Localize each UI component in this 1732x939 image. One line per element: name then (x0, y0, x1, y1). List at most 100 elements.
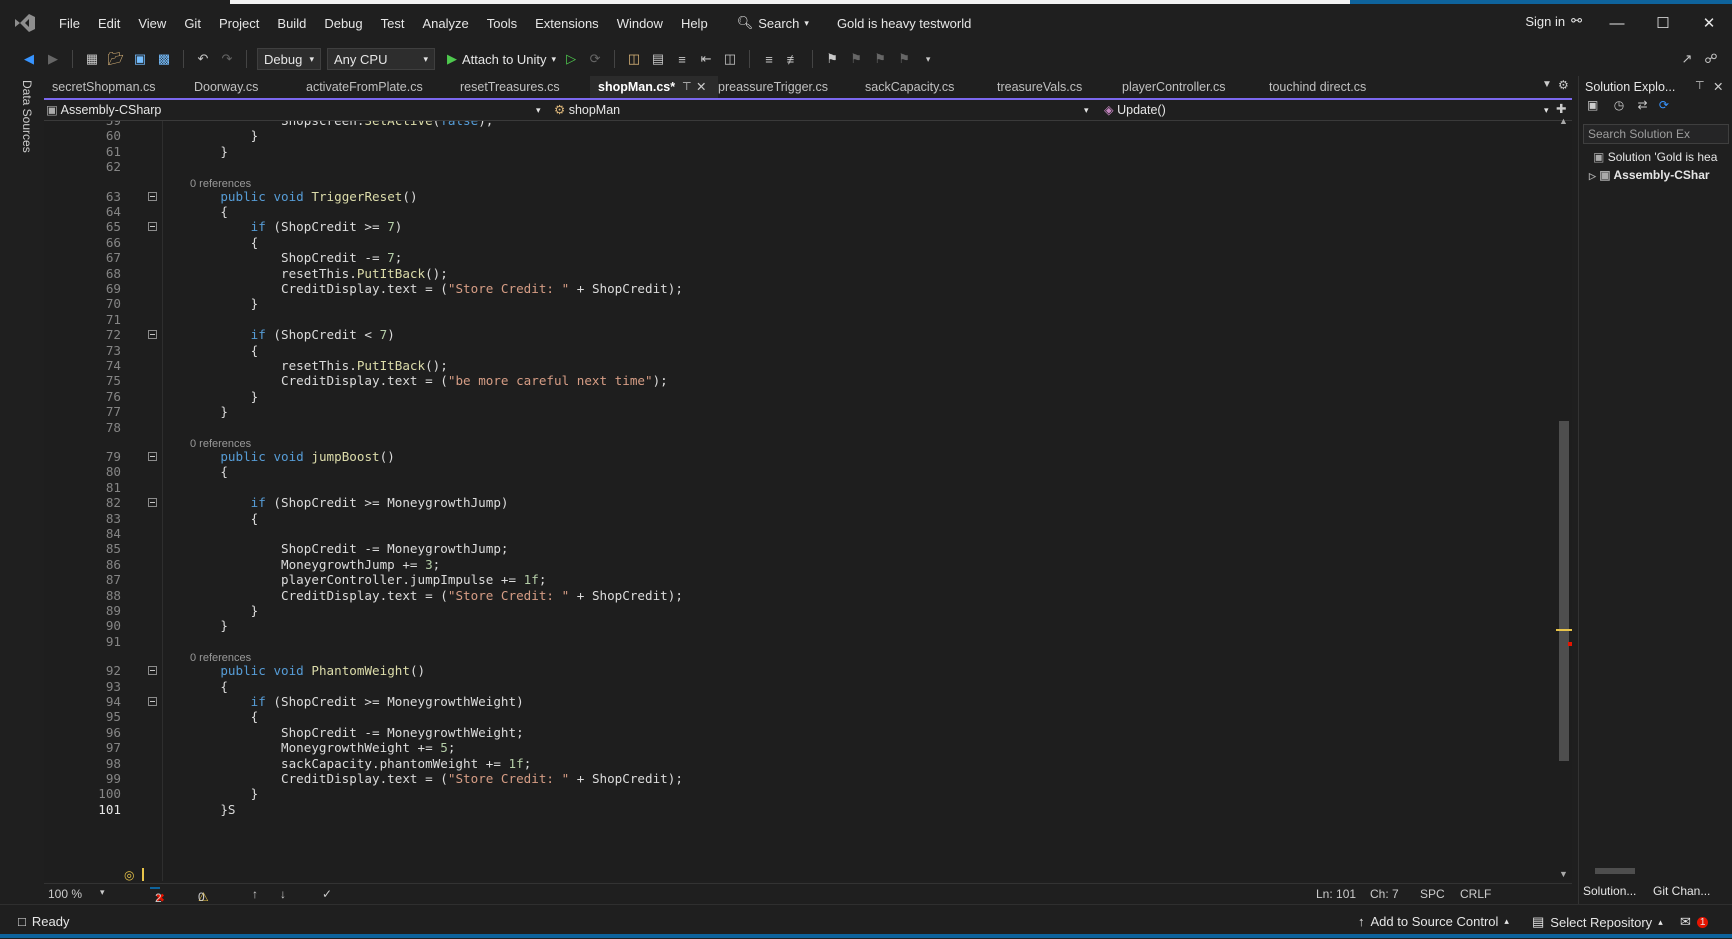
previous-bookmark-icon[interactable]: ⚑ (847, 50, 865, 68)
start-without-debugging-icon[interactable]: ▷ (562, 50, 580, 68)
menu-project[interactable]: Project (210, 16, 268, 31)
gear-icon[interactable]: ⚙ (1558, 78, 1569, 92)
tab-resettreasures[interactable]: resetTreasures.cs (452, 76, 592, 98)
menu-build[interactable]: Build (268, 16, 315, 31)
code-line[interactable]: 101 }S (44, 802, 1544, 819)
maximize-button[interactable]: ☐ (1640, 4, 1686, 42)
horizontal-scrollbar[interactable] (1583, 866, 1729, 876)
collapse-icon[interactable] (148, 666, 157, 676)
hot-reload-icon[interactable]: ⟳ (586, 50, 604, 68)
git-changes-tab[interactable]: Git Chan... (1653, 884, 1710, 898)
sign-in-button[interactable]: Sign in ⚯ (1525, 13, 1582, 29)
scroll-down-icon[interactable]: ▼ (1559, 869, 1568, 879)
save-icon[interactable]: ▣ (131, 50, 149, 68)
tab-sackcapacity[interactable]: sackCapacity.cs (857, 76, 985, 98)
attach-to-unity-button[interactable]: ▶ Attach to Unity ▾ (447, 51, 556, 67)
menu-help[interactable]: Help (672, 16, 717, 31)
layout-icon[interactable]: ▤ (649, 50, 667, 68)
close-icon[interactable]: ✕ (1713, 79, 1723, 94)
collapse-icon[interactable] (148, 498, 157, 508)
solution-tree-item[interactable]: ▣ Solution 'Gold is hea (1593, 150, 1717, 164)
feedback-icon[interactable]: ☍ (1702, 50, 1720, 68)
redo-icon[interactable]: ↷ (218, 50, 236, 68)
tab-activatefromplate[interactable]: activateFromPlate.cs (298, 76, 446, 98)
menu-test[interactable]: Test (372, 16, 414, 31)
tab-playercontroller[interactable]: playerController.cs (1114, 76, 1262, 98)
lightbulb-icon[interactable]: ◎ (124, 868, 134, 881)
project-tree-item[interactable]: ▷ ▣ Assembly-CShar (1589, 168, 1710, 182)
forward-icon[interactable]: ▶ (44, 50, 62, 68)
toolbar-options-icon[interactable]: ▾ (919, 50, 937, 68)
sync-icon[interactable]: ⇄ (1638, 98, 1648, 112)
menu-git[interactable]: Git (175, 16, 210, 31)
menu-tools[interactable]: Tools (478, 16, 526, 31)
tab-treasurevals[interactable]: treasureVals.cs (989, 76, 1107, 98)
tab-touchind-direct[interactable]: touchind direct.cs (1261, 76, 1411, 98)
notifications-button[interactable]: ✉ 1 (1680, 914, 1709, 930)
history-icon[interactable]: ◷ (1614, 98, 1624, 112)
platform-dropdown[interactable]: Any CPU ▾ (327, 48, 435, 70)
pin-icon[interactable]: ⊤ (1695, 79, 1705, 92)
collapse-icon[interactable] (148, 452, 157, 461)
tab-doorway[interactable]: Doorway.cs (186, 76, 294, 98)
scrollbar-thumb[interactable] (1559, 421, 1569, 761)
clear-bookmarks-icon[interactable]: ⚑ (895, 50, 913, 68)
previous-issue-icon[interactable]: ↑ (252, 887, 258, 901)
next-bookmark-icon[interactable]: ⚑ (871, 50, 889, 68)
class-dropdown[interactable]: ⚙ shopMan ▾ (554, 100, 1094, 120)
collapse-icon[interactable] (148, 191, 157, 201)
add-to-source-control-button[interactable]: ↑ Add to Source Control ▴ (1358, 914, 1509, 929)
zoom-dropdown[interactable]: 100 % (48, 887, 82, 901)
scroll-up-icon[interactable]: ▲ (1559, 116, 1568, 126)
comment-icon[interactable]: ≡ (760, 50, 778, 68)
step-icon[interactable]: ⇤ (697, 50, 715, 68)
split-editor-icon[interactable]: ✚ (1556, 101, 1566, 116)
code-cleanup-icon[interactable]: ✓ (322, 887, 332, 901)
project-dropdown[interactable]: ▣ Assembly-CSharp ▾ (46, 100, 546, 120)
line-ending-indicator[interactable]: CRLF (1460, 887, 1491, 901)
column-indicator[interactable]: Ch: 7 (1370, 887, 1399, 901)
back-icon[interactable]: ◀ (20, 50, 38, 68)
collapse-icon[interactable] (148, 330, 157, 340)
menu-debug[interactable]: Debug (315, 16, 371, 31)
folder-view-icon[interactable]: ◫ (625, 50, 643, 68)
bookmark-icon[interactable]: ⚑ (823, 50, 841, 68)
line-indicator[interactable]: Ln: 101 (1316, 887, 1356, 901)
format-icon[interactable]: ≡ (673, 50, 691, 68)
menu-view[interactable]: View (129, 16, 175, 31)
close-icon[interactable]: ✕ (696, 76, 706, 98)
undo-icon[interactable]: ↶ (194, 50, 212, 68)
menu-edit[interactable]: Edit (89, 16, 129, 31)
solution-explorer-tab[interactable]: Solution... (1583, 884, 1636, 898)
vertical-scrollbar[interactable]: ▲ ▼ (1556, 116, 1572, 881)
uncomment-icon[interactable]: ≢ (784, 50, 802, 68)
configuration-dropdown[interactable]: Debug ▾ (257, 48, 321, 70)
code-editor[interactable]: 59 Shopscreen.SetActive(false); 60 } 61 } 6… (44, 121, 1556, 881)
new-project-icon[interactable]: ▦ (83, 50, 101, 68)
expand-arrow-icon[interactable]: ▷ (1589, 171, 1596, 181)
switch-views-icon[interactable]: ▣ (1587, 98, 1598, 112)
tab-list-dropdown-icon[interactable]: ▼ (1542, 79, 1552, 90)
tab-secretshopman[interactable]: secretShopman.cs (44, 76, 192, 98)
refresh-icon[interactable]: ⟳ (1659, 98, 1669, 112)
menu-extensions[interactable]: Extensions (526, 16, 608, 31)
split-icon[interactable]: ◫ (721, 50, 739, 68)
open-folder-icon[interactable]: 📂︎ (107, 50, 125, 68)
data-sources-tab[interactable]: Data Sources (20, 80, 34, 153)
solution-search-input[interactable]: Search Solution Ex (1583, 124, 1729, 144)
search-button[interactable]: 🔍︎ Search ▾ (731, 12, 815, 34)
pin-icon[interactable]: ⊤ (682, 76, 692, 98)
menu-file[interactable]: File (50, 16, 89, 31)
live-share-icon[interactable]: ↗ (1678, 50, 1696, 68)
errors-indicator[interactable]: ✖ 2 (150, 887, 165, 905)
menu-window[interactable]: Window (608, 16, 672, 31)
menu-analyze[interactable]: Analyze (413, 16, 477, 31)
tab-preassuretrigger[interactable]: preassureTrigger.cs (710, 76, 850, 98)
close-window-button[interactable]: ✕ (1686, 4, 1732, 42)
spacing-indicator[interactable]: SPC (1420, 887, 1445, 901)
collapse-icon[interactable] (148, 697, 157, 706)
save-all-icon[interactable]: ▩ (155, 50, 173, 68)
select-repository-button[interactable]: ▤ Select Repository ▴ (1532, 914, 1663, 930)
collapse-icon[interactable] (148, 222, 157, 232)
tab-shopman[interactable]: shopMan.cs* ⊤ ✕ (590, 76, 718, 98)
